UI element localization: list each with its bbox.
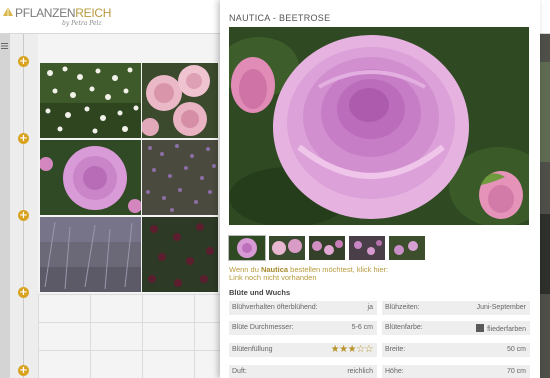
- thumbnail[interactable]: [269, 236, 305, 260]
- hero-image[interactable]: [229, 27, 529, 225]
- right-edge-photos: [540, 34, 550, 378]
- plant-photo: [40, 217, 141, 292]
- add-button[interactable]: +: [18, 56, 29, 67]
- thumbnail[interactable]: [389, 236, 425, 260]
- spec-row-bloom-time: Blühzeiten: Juni-September: [382, 301, 530, 315]
- plant-photo: [40, 63, 141, 138]
- thumbnail[interactable]: [309, 236, 345, 260]
- thumbnail-image: [389, 236, 425, 260]
- add-button[interactable]: +: [18, 365, 29, 376]
- plant-detail-panel: NAUTICA - BEETROSE Wenn du Nautica beste…: [220, 0, 540, 378]
- spec-row-fragrance: Duft: reichlich: [229, 365, 377, 378]
- thumbnail[interactable]: [228, 235, 266, 261]
- side-strip: [0, 34, 10, 378]
- add-button[interactable]: +: [18, 287, 29, 298]
- spec-row-bloom-repeat: Blühverhalten öfterblühend: ja: [229, 301, 377, 315]
- spec-row-bloom-diameter: Blüte Durchmesser: 5-6 cm: [229, 321, 377, 335]
- timeline-rail: [10, 34, 38, 378]
- spec-row-bloom-color: Blütenfarbe: fliederfarben: [382, 321, 530, 335]
- spec-row-bloom-fullness: Blütenfüllung ★★★☆☆: [229, 343, 377, 357]
- thumbnail[interactable]: [349, 236, 385, 260]
- plant-photo: [142, 63, 218, 138]
- plant-photo: [142, 217, 218, 292]
- plant-tile[interactable]: [142, 63, 218, 138]
- thumbnail-image: [229, 236, 265, 260]
- spec-row-height: Höhe: 70 cm: [382, 365, 530, 378]
- plant-tile[interactable]: [40, 63, 141, 138]
- plant-tile[interactable]: [40, 140, 141, 215]
- timeline-line: [23, 34, 24, 378]
- add-button[interactable]: +: [18, 133, 29, 144]
- rose-photo: [229, 27, 529, 225]
- leaf-logo-icon: [3, 7, 13, 16]
- menu-icon[interactable]: [1, 42, 9, 50]
- plant-tile[interactable]: [142, 217, 218, 292]
- thumbnail-image: [269, 236, 305, 260]
- thumbnail-image: [309, 236, 345, 260]
- empty-grid: [38, 294, 220, 378]
- logo-wordmark: PFLANZENREICH: [15, 6, 112, 20]
- add-button[interactable]: +: [18, 210, 29, 221]
- plant-tile[interactable]: [40, 217, 141, 292]
- site-logo[interactable]: PFLANZENREICH by Petra Pelz: [2, 3, 112, 31]
- thumbnail-image: [349, 236, 385, 260]
- plant-photo: [142, 140, 218, 215]
- page-title: NAUTICA - BEETROSE: [229, 13, 331, 23]
- order-link[interactable]: Link noch nicht vorhanden: [229, 273, 317, 282]
- plant-tile[interactable]: [142, 140, 218, 215]
- logo-tagline: by Petra Pelz: [62, 20, 102, 27]
- spec-row-width: Breite: 50 cm: [382, 343, 530, 357]
- rating-stars: ★★★☆☆: [330, 344, 374, 355]
- section-title: Blüte und Wuchs: [229, 288, 291, 297]
- color-swatch: [476, 324, 485, 332]
- plant-photo: [40, 140, 141, 215]
